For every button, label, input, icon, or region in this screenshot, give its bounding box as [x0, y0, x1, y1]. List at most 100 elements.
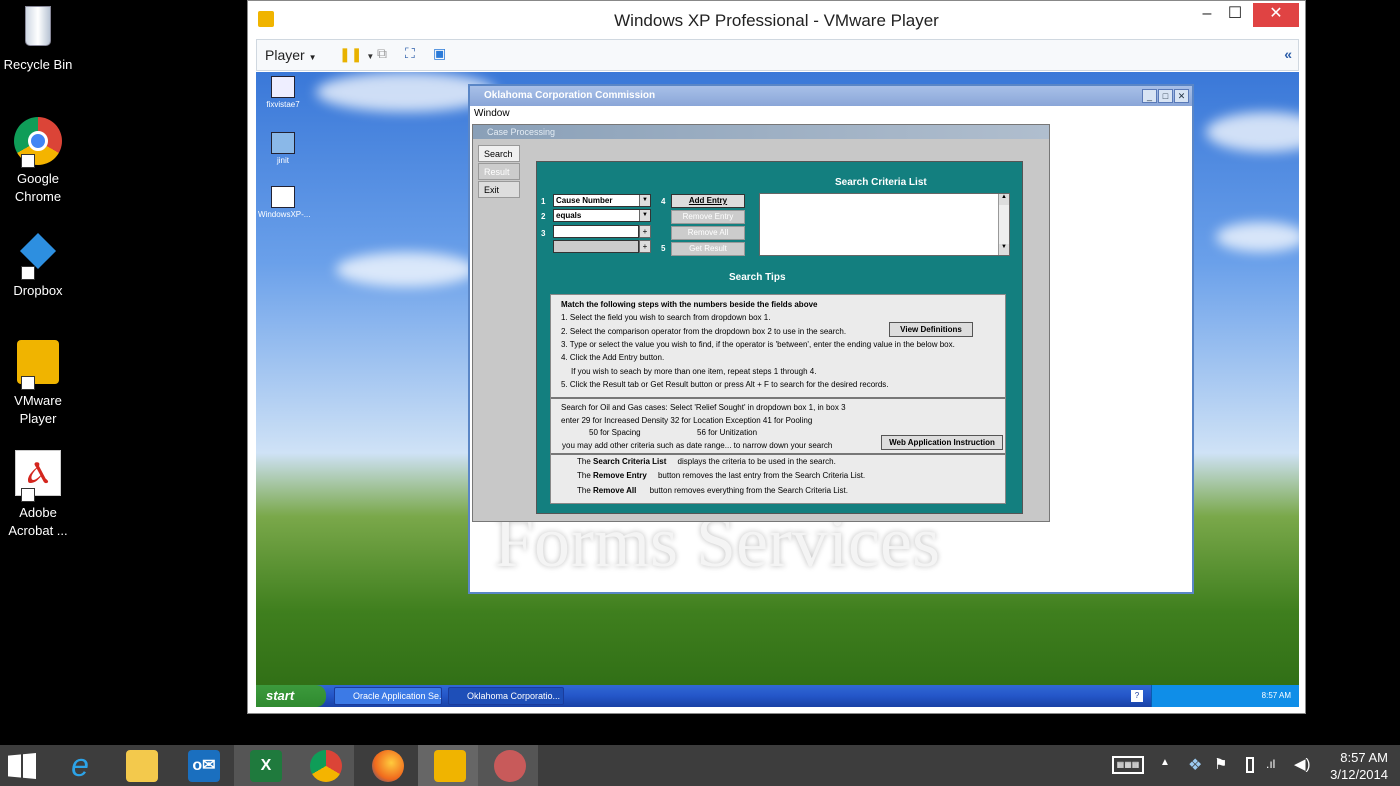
- view-definitions-button[interactable]: View Definitions: [889, 322, 973, 337]
- oil-gas-line: Search for Oil and Gas cases: Select 'Re…: [561, 403, 846, 412]
- xp-icon-windowsxp[interactable]: WindowsXP-...: [258, 186, 310, 219]
- divider: [551, 397, 1005, 399]
- tip-line: If you wish to seach by more than one it…: [571, 367, 817, 376]
- desktop-icon-label: Recycle Bin: [3, 57, 73, 72]
- dropbox-icon: [13, 228, 63, 280]
- scrollbar[interactable]: ▲ ▼: [998, 194, 1009, 255]
- occ-minimize-button[interactable]: _: [1142, 89, 1157, 103]
- shortcut-icon: [271, 76, 295, 98]
- outlook-icon[interactable]: o✉: [172, 745, 232, 786]
- xp-icon-fixvistae7[interactable]: fixvistae7: [258, 76, 308, 109]
- xp-clock: 8:57 AM: [1261, 691, 1291, 700]
- desktop-icon-acrobat[interactable]: Ⲁ Adobe Acrobat ...: [0, 450, 76, 540]
- get-result-button[interactable]: Get Result: [671, 242, 745, 256]
- desktop-icon-label: VMware Player: [14, 393, 62, 426]
- operator-dropdown[interactable]: equals ▼: [553, 209, 651, 222]
- oil-gas-line: 50 for Spacing: [589, 428, 641, 437]
- clock-time: 8:57 AM: [1340, 750, 1388, 765]
- vmware-taskbar-icon[interactable]: [418, 745, 478, 786]
- desktop-icon-label: Dropbox: [13, 283, 63, 298]
- tab-result[interactable]: Result: [478, 163, 520, 180]
- close-button[interactable]: ✕: [1253, 3, 1299, 27]
- desktop-icon-chrome[interactable]: Google Chrome: [0, 116, 76, 206]
- snipping-tool-icon[interactable]: [478, 745, 538, 786]
- pause-icon[interactable]: ❚❚ ▼: [339, 46, 374, 63]
- excel-icon[interactable]: X: [234, 745, 294, 786]
- desktop-icon-label: Adobe Acrobat ...: [8, 505, 68, 538]
- web-application-instruction-button[interactable]: Web Application Instruction: [881, 435, 1003, 450]
- value-picker-icon[interactable]: +: [639, 225, 651, 238]
- show-hidden-icons-icon[interactable]: ▲: [1160, 757, 1170, 768]
- action-center-icon[interactable]: ⚑: [1214, 755, 1227, 773]
- help-icon[interactable]: ?: [1131, 690, 1143, 702]
- occ-maximize-button[interactable]: □: [1158, 89, 1173, 103]
- host-taskbar: e o✉ X ▦▦▦ ▲ ❖ ⚑ .ıl ◀) 8:57 AM 3/12/201…: [0, 745, 1400, 786]
- occ-close-button[interactable]: ✕: [1174, 89, 1189, 103]
- player-menu[interactable]: Player ▼: [265, 47, 317, 63]
- menu-window[interactable]: Window: [474, 108, 510, 119]
- desktop-icon-recycle-bin[interactable]: Recycle Bin: [0, 2, 76, 74]
- tip-line: Match the following steps with the numbe…: [561, 300, 818, 309]
- xp-task-oracle[interactable]: Oracle Application Se...: [334, 687, 442, 705]
- chevron-down-icon[interactable]: ▼: [999, 244, 1009, 255]
- battery-icon[interactable]: [1246, 757, 1254, 773]
- oil-gas-line: enter 29 for Increased Density 32 for Lo…: [561, 416, 813, 425]
- chrome-taskbar-icon[interactable]: [294, 745, 354, 786]
- unity-icon[interactable]: ▣: [433, 45, 446, 62]
- recycle-bin-icon: [13, 2, 63, 52]
- vmware-toolbar: Player ▼ ❚❚ ▼ ⧉ ⛶ ▣ «: [256, 39, 1299, 71]
- send-ctrl-alt-del-icon[interactable]: ⧉: [377, 45, 387, 62]
- internet-explorer-icon[interactable]: e: [48, 745, 108, 786]
- maximize-button[interactable]: ☐: [1222, 3, 1248, 27]
- vmware-icon: [13, 338, 63, 390]
- xp-task-occ[interactable]: Oklahoma Corporatio...: [448, 687, 564, 705]
- firefox-icon[interactable]: [356, 745, 416, 786]
- occ-window: Oklahoma Corporation Commission _ □ ✕ Wi…: [468, 84, 1194, 594]
- minimize-button[interactable]: –: [1194, 3, 1220, 27]
- search-criteria-list[interactable]: ▲ ▼: [759, 193, 1010, 256]
- chevron-up-icon[interactable]: ▲: [999, 194, 1009, 205]
- field-dropdown-value: Cause Number: [556, 196, 613, 205]
- installer-icon: [271, 132, 295, 154]
- system-clock[interactable]: 8:57 AM 3/12/2014: [1330, 749, 1388, 783]
- case-processing-title: Case Processing: [473, 125, 1049, 139]
- tip-line: 5. Click the Result tab or Get Result bu…: [561, 380, 889, 389]
- vmware-window: Windows XP Professional - VMware Player …: [247, 0, 1306, 714]
- xp-icon-jinit[interactable]: jinit: [258, 132, 308, 165]
- file-explorer-icon[interactable]: [110, 745, 170, 786]
- field-dropdown[interactable]: Cause Number ▼: [553, 194, 651, 207]
- network-icon[interactable]: .ıl: [1266, 757, 1275, 771]
- fullscreen-icon[interactable]: ⛶: [405, 45, 415, 62]
- tip-line: 4. Click the Add Entry button.: [561, 353, 665, 362]
- tab-search[interactable]: Search: [478, 145, 520, 162]
- value-input[interactable]: [553, 225, 639, 238]
- step-number: 5: [661, 244, 666, 253]
- occ-title: Oklahoma Corporation Commission: [470, 86, 1192, 106]
- desktop-icon-label: Google Chrome: [14, 171, 62, 204]
- step-number: 4: [661, 197, 666, 206]
- chevron-down-icon: ▼: [308, 53, 317, 62]
- step-number: 2: [541, 212, 546, 221]
- tip-line: 1. Select the field you wish to search f…: [561, 313, 771, 322]
- remove-all-button[interactable]: Remove All: [671, 226, 745, 240]
- desktop-icon-dropbox[interactable]: Dropbox: [0, 228, 76, 300]
- step-number: 3: [541, 229, 546, 238]
- keyboard-icon[interactable]: ▦▦▦: [1112, 756, 1144, 774]
- collapse-toolbar-icon[interactable]: «: [1284, 46, 1292, 62]
- remove-entry-button[interactable]: Remove Entry: [671, 210, 745, 224]
- dropbox-tray-icon[interactable]: ❖: [1188, 755, 1202, 775]
- tip-line: 2. Select the comparison operator from t…: [561, 327, 847, 336]
- xp-start-button[interactable]: start: [256, 685, 326, 707]
- xp-system-tray: 8:57 AM: [1151, 685, 1299, 707]
- volume-icon[interactable]: ◀): [1294, 755, 1311, 773]
- search-tips-box: Match the following steps with the numbe…: [550, 294, 1006, 504]
- window-title: Windows XP Professional - VMware Player: [614, 11, 939, 30]
- step-number: 1: [541, 197, 546, 206]
- tab-exit[interactable]: Exit: [478, 181, 520, 198]
- add-entry-button[interactable]: Add Entry: [671, 194, 745, 208]
- chevron-down-icon[interactable]: ▼: [639, 195, 650, 206]
- chevron-down-icon[interactable]: ▼: [639, 210, 650, 221]
- search-panel: Search Criteria List 1 2 3 4 5 Cause Num…: [536, 161, 1023, 514]
- clock-date: 3/12/2014: [1330, 767, 1388, 782]
- desktop-icon-vmware[interactable]: VMware Player: [0, 338, 76, 428]
